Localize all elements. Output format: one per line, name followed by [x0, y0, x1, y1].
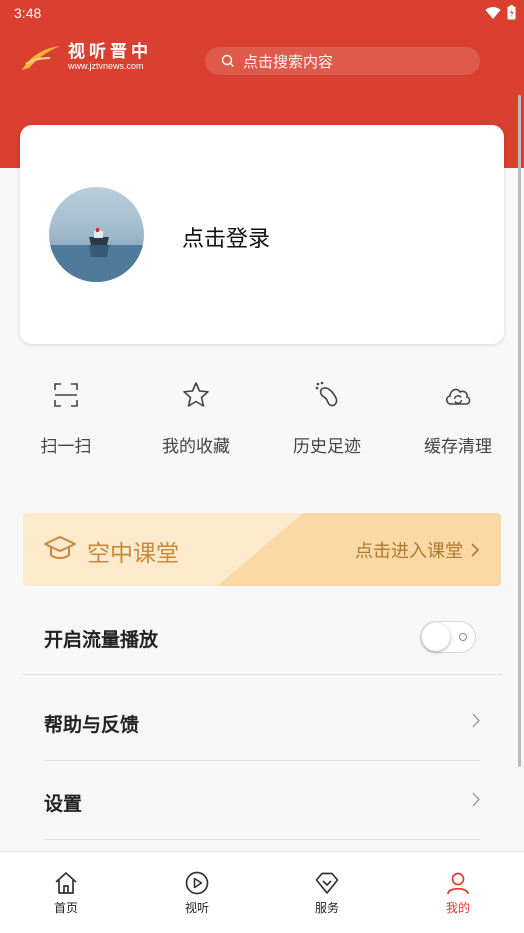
chevron-right-icon [472, 713, 480, 728]
cloud-refresh-icon [445, 388, 471, 405]
help-label: 帮助与反馈 [44, 714, 140, 736]
login-prompt[interactable]: 点击登录 [182, 221, 270, 253]
battery-icon [507, 5, 516, 20]
status-time: 3:48 [14, 5, 42, 21]
home-icon [55, 872, 77, 894]
wifi-icon [485, 6, 501, 19]
search-bar[interactable]: 点击搜索内容 [205, 47, 480, 75]
quick-action-label: 扫一扫 [40, 437, 92, 457]
chevron-right-icon [471, 543, 479, 557]
logo-swoosh-icon [22, 46, 60, 70]
quick-action-label: 缓存清理 [424, 437, 492, 457]
app-logo: 视听晋中 www.jztvnews.com [20, 42, 152, 72]
menu-item-help[interactable]: 帮助与反馈 [0, 676, 524, 760]
quick-action-clear-cache[interactable]: 缓存清理 [398, 380, 518, 457]
chevron-right-icon [472, 792, 480, 807]
logo-url: www.jztvnews.com [68, 60, 144, 71]
traffic-play-toggle[interactable] [420, 621, 476, 653]
status-bar: 3:48 [0, 0, 524, 28]
divider [22, 674, 502, 675]
avatar[interactable] [49, 187, 144, 282]
status-icons [485, 5, 516, 20]
tab-label: 服务 [314, 901, 339, 915]
quick-action-history[interactable]: 历史足迹 [267, 380, 387, 457]
tab-home[interactable]: 首页 [26, 870, 106, 916]
search-placeholder: 点击搜索内容 [243, 52, 334, 71]
graduation-cap-icon [44, 536, 76, 559]
banner-enter-label: 点击进入课堂 [355, 541, 463, 562]
quick-action-scan[interactable]: 扫一扫 [6, 380, 126, 457]
toggle-knob [422, 623, 450, 651]
divider [44, 839, 480, 840]
settings-label: 设置 [44, 793, 83, 815]
logo-text: 视听晋中 www.jztvnews.com [68, 43, 152, 72]
profile-card[interactable]: 点击登录 [20, 125, 504, 344]
diamond-heart-icon [315, 872, 339, 894]
scrollbar[interactable] [518, 95, 521, 767]
logo-name: 视听晋中 [68, 41, 152, 62]
user-icon [447, 872, 469, 895]
tab-shiting[interactable]: 视听 [157, 870, 237, 916]
footprint-icon [315, 381, 338, 407]
play-icon [185, 871, 209, 895]
tab-services[interactable]: 服务 [287, 870, 367, 916]
air-classroom-banner[interactable]: 空中课堂 点击进入课堂 [23, 513, 501, 586]
bottom-tab-bar: 首页 视听 服务 我的 [0, 851, 524, 933]
tab-mine[interactable]: 我的 [418, 870, 498, 916]
scan-icon [54, 383, 78, 407]
menu-item-settings[interactable]: 设置 [0, 761, 524, 839]
quick-action-label: 我的收藏 [162, 437, 230, 457]
tab-label: 视听 [184, 901, 209, 915]
banner-title: 空中课堂 [87, 541, 179, 567]
quick-action-favorites[interactable]: 我的收藏 [136, 380, 256, 457]
toggle-off-indicator [459, 633, 467, 641]
banner-enter-link[interactable]: 点击进入课堂 [355, 537, 479, 563]
avatar-image [49, 187, 144, 282]
search-icon [221, 54, 234, 67]
star-icon [183, 382, 209, 407]
traffic-play-label: 开启流量播放 [44, 629, 159, 651]
tab-label: 我的 [445, 901, 470, 915]
tab-label: 首页 [53, 901, 78, 915]
quick-actions: 扫一扫 我的收藏 历史足迹 缓存清理 [0, 380, 524, 470]
quick-action-label: 历史足迹 [293, 437, 361, 457]
